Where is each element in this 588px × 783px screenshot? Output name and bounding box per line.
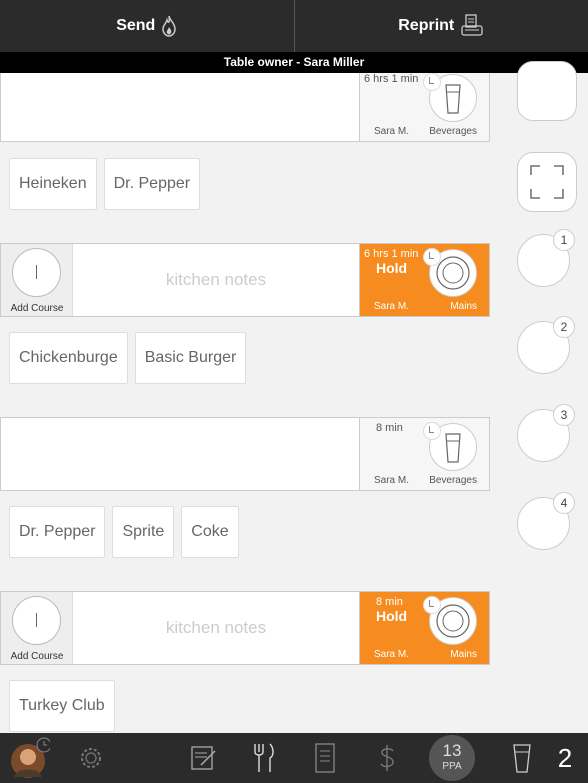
hold-status: Hold [376,260,408,276]
printer-icon [461,14,483,36]
course-time: 6 hrs 1 min [364,248,419,260]
course-row[interactable]: Add Course kitchen notes 8 min Hold Sara… [0,591,490,665]
seat-number: 3 [553,404,575,426]
clock-icon [423,596,441,614]
send-label: Send [116,17,156,34]
course-tile[interactable]: 6 hrs 1 min Sara M. Beverages [359,73,489,141]
expand-button[interactable] [517,152,577,212]
fork-knife-icon[interactable] [248,733,278,783]
guest-count[interactable]: 2 [550,733,580,783]
order-item[interactable]: Chickenburge [9,332,128,384]
course-tile[interactable]: 6 hrs 1 min Hold Sara M. Mains [359,244,489,316]
course-category: Beverages [429,475,477,486]
course-category: Beverages [429,126,477,137]
course-time: 8 min [376,596,403,608]
ppa-value: 13 [442,741,462,760]
course-category: Mains [450,301,477,312]
seat-button[interactable]: 1 [517,229,575,287]
add-course-label: Add Course [10,303,64,314]
table-view-button[interactable] [517,61,577,121]
order-item[interactable]: Heineken [9,158,97,210]
course-time: 6 hrs 1 min [364,73,419,85]
seat-button[interactable]: 3 [517,404,575,462]
item-list: Dr. Pepper Sprite Coke [9,506,239,558]
order-item[interactable]: Dr. Pepper [9,506,106,558]
course-server: Sara M. [374,649,410,660]
course-server: Sara M. [374,126,410,137]
gear-icon[interactable] [76,733,106,783]
item-list: Chickenburge Basic Burger [9,332,247,384]
kitchen-notes-field[interactable]: kitchen notes [73,592,359,664]
seat-number: 4 [553,492,575,514]
table-owner-bar: Table owner - Sara Miller [0,52,588,73]
order-item[interactable]: Sprite [112,506,175,558]
reprint-button[interactable]: Reprint [293,0,588,52]
course-row[interactable]: 6 hrs 1 min Sara M. Beverages [0,73,490,142]
course-server: Sara M. [374,301,410,312]
course-row[interactable]: Add Course kitchen notes 6 hrs 1 min Hol… [0,243,490,317]
reprint-label: Reprint [398,17,455,34]
order-item[interactable]: Coke [181,506,239,558]
notepad-icon[interactable] [188,733,220,783]
order-item[interactable]: Dr. Pepper [103,158,201,210]
order-list[interactable]: 6 hrs 1 min Sara M. Beverages Heineken D… [0,73,502,733]
expand-icon [530,165,564,199]
seat-button[interactable]: 4 [517,492,575,550]
receipt-icon[interactable] [310,733,340,783]
glass-icon[interactable] [510,733,534,783]
clock-icon [423,422,441,440]
user-avatar[interactable] [8,733,52,783]
add-course-icon [12,248,61,297]
seat-button[interactable]: 2 [517,316,575,374]
course-tile[interactable]: 8 min Hold Sara M. Mains [359,592,489,664]
dollar-icon[interactable] [372,733,402,783]
course-time: 8 min [376,422,403,434]
ppa-label: PPA [442,761,462,772]
course-server: Sara M. [374,475,410,486]
kitchen-notes-field[interactable]: kitchen notes [73,244,359,316]
action-bar: Send Reprint [0,0,588,52]
seat-rail: 1 2 3 4 [502,61,588,733]
seat-number: 1 [553,229,575,251]
bottom-toolbar: 13 PPA 2 [0,733,588,783]
clock-icon [423,73,441,91]
add-course-label: Add Course [10,651,64,662]
item-list: Turkey Club [9,680,115,732]
order-item[interactable]: Basic Burger [134,332,247,384]
send-button[interactable]: Send [0,0,294,52]
course-tile[interactable]: 8 min Sara M. Beverages [359,418,489,490]
seat-number: 2 [553,316,575,338]
course-category: Mains [450,649,477,660]
course-row[interactable]: 8 min Sara M. Beverages [0,417,490,491]
ppa-badge[interactable]: 13 PPA [428,733,476,783]
clock-icon [423,248,441,266]
flame-icon [162,15,177,37]
hold-status: Hold [376,608,408,624]
add-course-button[interactable]: Add Course [1,592,73,664]
item-list: Heineken Dr. Pepper [9,158,201,210]
order-item[interactable]: Turkey Club [9,680,115,732]
add-course-button[interactable]: Add Course [1,244,73,316]
add-course-icon [12,596,61,645]
